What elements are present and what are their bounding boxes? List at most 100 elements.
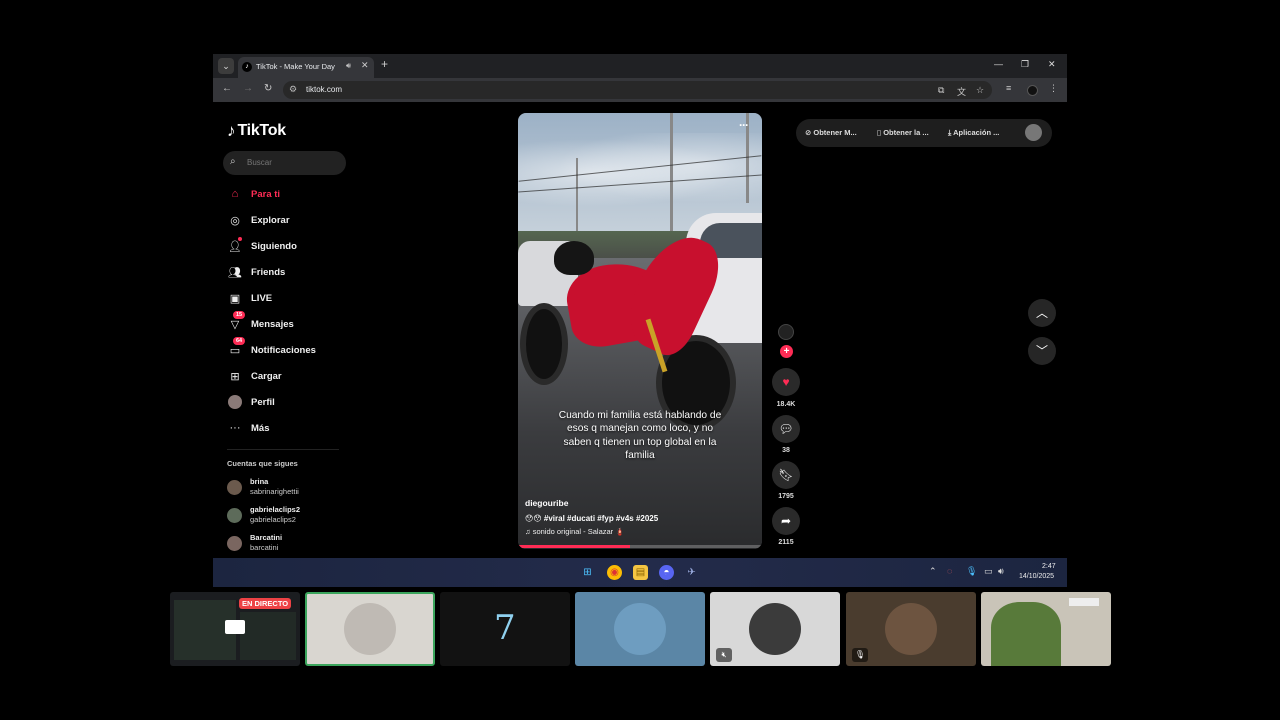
restore-icon[interactable]: ❐ bbox=[1021, 59, 1029, 70]
participant-avatar bbox=[749, 603, 801, 655]
screen-share-tile[interactable]: EN DIRECTO bbox=[170, 592, 300, 666]
profile-icon bbox=[227, 394, 243, 410]
extensions-icon[interactable]: ≡ bbox=[1006, 83, 1011, 93]
video-player[interactable]: ··· Cuando mi familia está hablando de e… bbox=[518, 113, 762, 549]
share-count: 2115 bbox=[778, 539, 794, 546]
avatar bbox=[227, 536, 242, 551]
nav-mas[interactable]: ··· Más bbox=[227, 418, 270, 438]
nav-live[interactable]: ▣ LIVE bbox=[227, 288, 272, 308]
tiktok-logo[interactable]: ♪ TikTok bbox=[227, 120, 286, 142]
nav-siguiendo[interactable]: 👤︎ Siguiendo bbox=[227, 236, 297, 256]
translate-icon[interactable]: 文 bbox=[957, 85, 966, 98]
nav-perfil[interactable]: Perfil bbox=[227, 392, 275, 412]
nav-label: Para ti bbox=[251, 188, 281, 200]
url-text: tiktok.com bbox=[306, 85, 343, 94]
top-actions-bar: ⊘ Obtener M... ▯ Obtener la ... ⤓ Aplica… bbox=[796, 119, 1052, 147]
chevron-down-icon: ﹀ bbox=[1035, 344, 1048, 358]
participant-tile[interactable]: 7 bbox=[440, 592, 570, 666]
nav-mensajes[interactable]: ▽ 15 Mensajes bbox=[227, 311, 294, 334]
participant-tile[interactable]: 🎙︎ bbox=[846, 592, 976, 666]
file-explorer-icon[interactable]: ▤ bbox=[633, 565, 648, 580]
nav-label: Friends bbox=[251, 266, 286, 278]
home-icon: ⌂ bbox=[231, 188, 239, 200]
reload-icon[interactable]: ↻ bbox=[264, 83, 272, 94]
muted-mic-icon: 🎙︎ bbox=[852, 648, 868, 662]
minimize-icon[interactable]: — bbox=[994, 59, 1003, 69]
video-sound[interactable]: ♫ sonido original - Salazar 🧯 bbox=[525, 527, 625, 536]
nav-cargar[interactable]: ⊞ Cargar bbox=[227, 366, 282, 386]
compass-icon: ◎ bbox=[230, 214, 240, 227]
video-author[interactable]: diegouribe bbox=[525, 498, 568, 508]
tray-app-icon[interactable]: ◌ bbox=[947, 566, 952, 576]
user-avatar[interactable] bbox=[1025, 124, 1042, 141]
close-tab-icon[interactable]: ✕ bbox=[361, 60, 369, 71]
video-hashtags[interactable]: 😯😯 #viral #ducati #fyp #v4s #2025 bbox=[525, 514, 658, 523]
utility-pole bbox=[576, 158, 578, 238]
new-tab-button[interactable]: + bbox=[381, 57, 388, 71]
address-bar[interactable]: ⚙ tiktok.com ⧉ 文 ☆ bbox=[283, 81, 992, 99]
sidebar-divider bbox=[227, 449, 339, 450]
comment-count: 38 bbox=[782, 447, 790, 454]
camera-feed-person bbox=[991, 602, 1061, 666]
account-handle: sabrinarighettii bbox=[250, 487, 299, 496]
volume-icon[interactable]: 🔊︎ bbox=[998, 566, 1004, 577]
account-name: gabrielaclips2 bbox=[250, 505, 301, 514]
follow-plus-icon[interactable]: + bbox=[780, 345, 793, 358]
more-options-icon[interactable]: ··· bbox=[739, 118, 749, 132]
save-button[interactable]: 🔖︎ bbox=[772, 461, 800, 489]
chrome-icon[interactable]: ◉ bbox=[607, 565, 622, 580]
nav-label: Cargar bbox=[251, 370, 282, 382]
participant-camera-tile[interactable] bbox=[981, 592, 1111, 666]
nav-label: LIVE bbox=[251, 292, 273, 304]
steam-icon[interactable]: ✈ bbox=[684, 565, 699, 580]
search-input[interactable]: ⌕ Buscar bbox=[223, 151, 346, 175]
participant-tile-speaking[interactable] bbox=[305, 592, 435, 666]
comment-button[interactable]: 💬︎ bbox=[772, 415, 800, 443]
close-window-icon[interactable]: ✕ bbox=[1048, 59, 1056, 70]
messages-badge: 15 bbox=[233, 311, 245, 319]
discord-icon[interactable]: ◓ bbox=[659, 565, 674, 580]
browser-toolbar: ← → ↻ ⚙ tiktok.com ⧉ 文 ☆ ≡ ⋮ bbox=[213, 78, 1067, 102]
nav-notificaciones[interactable]: ▭ 64 Notificaciones bbox=[227, 337, 316, 360]
site-info-icon[interactable]: ⚙ bbox=[289, 84, 297, 95]
next-video-button[interactable]: ﹀ bbox=[1028, 337, 1056, 365]
button-label: Obtener la ... bbox=[883, 128, 929, 137]
participant-tile[interactable]: 🔇︎ bbox=[710, 592, 840, 666]
clock-time[interactable]: 2:47 bbox=[1042, 563, 1056, 570]
get-coins-button[interactable]: ⊘ Obtener M... bbox=[805, 128, 857, 137]
windows-start-icon[interactable]: ⊞ bbox=[580, 565, 595, 580]
desktop-app-button[interactable]: ⤓ Aplicación ... bbox=[948, 128, 999, 138]
helmet bbox=[554, 241, 594, 275]
tray-chevron-icon[interactable]: ⌃ bbox=[929, 566, 937, 577]
logo-text: TikTok bbox=[237, 122, 287, 139]
previous-video-button[interactable]: ︿ bbox=[1028, 299, 1056, 327]
tiktok-favicon-icon: ♪ bbox=[242, 62, 252, 72]
like-button[interactable]: ♥ bbox=[772, 368, 800, 396]
music-note-icon: ♫ bbox=[525, 527, 533, 536]
forward-icon[interactable]: → bbox=[243, 83, 253, 94]
heart-icon: ♥ bbox=[782, 375, 790, 389]
back-icon[interactable]: ← bbox=[222, 83, 232, 94]
network-icon[interactable]: ▭ bbox=[984, 566, 993, 577]
profile-avatar-icon[interactable] bbox=[1027, 85, 1038, 96]
tab-title: TikTok - Make Your Day bbox=[256, 62, 335, 71]
tiktok-note-icon: ♪ bbox=[227, 121, 236, 140]
install-app-icon[interactable]: ⧉ bbox=[938, 85, 944, 96]
nav-explorar[interactable]: ◎ Explorar bbox=[227, 210, 289, 230]
screen-share-icon bbox=[225, 620, 245, 634]
tab-search-icon[interactable]: ⌄ bbox=[218, 58, 234, 74]
menu-kebab-icon[interactable]: ⋮ bbox=[1049, 83, 1058, 94]
nav-friends[interactable]: 👥︎ Friends bbox=[227, 262, 285, 282]
following-title: Cuentas que sigues bbox=[227, 459, 298, 468]
share-button[interactable]: ➦ bbox=[772, 507, 800, 535]
browser-tab[interactable]: ♪ TikTok - Make Your Day 🔊︎ ✕ bbox=[238, 57, 374, 78]
get-app-button[interactable]: ▯ Obtener la ... bbox=[877, 128, 929, 137]
microphone-icon[interactable]: 🎙︎ bbox=[966, 566, 977, 577]
browser-window: ⌄ ♪ TikTok - Make Your Day 🔊︎ ✕ + — ❐ ✕ … bbox=[213, 54, 1067, 587]
speaker-icon[interactable]: 🔊︎ bbox=[346, 61, 351, 71]
bookmark-star-icon[interactable]: ☆ bbox=[976, 85, 984, 96]
clock-date[interactable]: 14/10/2025 bbox=[1019, 573, 1054, 580]
participant-tile[interactable] bbox=[575, 592, 705, 666]
nav-para-ti[interactable]: ⌂ Para ti bbox=[227, 184, 280, 204]
creator-avatar[interactable] bbox=[778, 324, 794, 340]
